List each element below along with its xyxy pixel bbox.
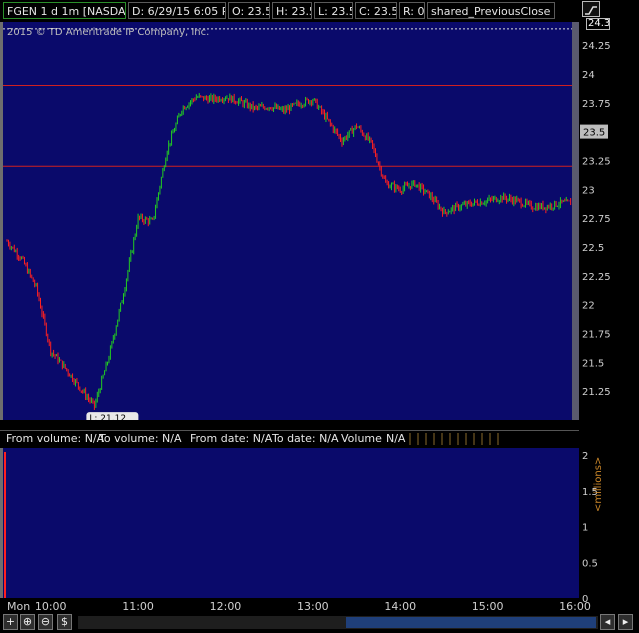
svg-text:L: 21.12: L: 21.12 — [89, 414, 126, 420]
low-bubble: L: 21.12 — [86, 412, 139, 425]
time-tick-label: 12:00 — [210, 600, 242, 613]
volume-value: N/A — [386, 432, 406, 445]
volume-tick-label: 2 — [582, 451, 588, 462]
time-scrollbar[interactable] — [78, 616, 598, 629]
price-tick-label: 24.25 — [582, 41, 611, 52]
zoom-in-button[interactable]: + — [3, 614, 18, 630]
to-volume-label: To volume: N/A — [99, 432, 182, 445]
open-field: O: 23.5 — [228, 2, 270, 19]
price-tick-label: 22.25 — [582, 272, 611, 283]
price-tick-label: 22 — [582, 301, 595, 312]
price-tick-label: 22.75 — [582, 214, 611, 225]
time-tick-label: 16:00 — [559, 600, 591, 613]
arrow-left-icon: ◂ — [604, 615, 611, 628]
price-tick-label: 24 — [582, 70, 595, 81]
volume-header-ticks — [409, 433, 499, 445]
low-field: L: 23.5 — [314, 2, 353, 19]
chart-header: FGEN 1 d 1m [NASDAQ] D: 6/29/15 6:05 PM … — [0, 0, 639, 30]
zoom-out-button[interactable]: ⊖ — [38, 614, 53, 630]
chart-style-button[interactable] — [582, 1, 600, 17]
from-volume-label: From volume: N/A — [6, 432, 105, 445]
candles — [6, 93, 572, 410]
volume-chart — [4, 452, 6, 598]
range-field: R: 0 — [399, 2, 425, 19]
scroll-left-button[interactable]: ◂ — [600, 614, 615, 630]
time-tick-label: 11:00 — [122, 600, 154, 613]
price-tick-label: 21.75 — [582, 329, 611, 340]
from-date-label: From date: N/A — [190, 432, 273, 445]
high-field: H: 23.5 — [272, 2, 312, 19]
study-field[interactable]: shared_PreviousClose ... — [427, 2, 555, 19]
dollar-icon: $ — [61, 615, 68, 628]
price-chart: 2015 © TD Ameritrade IP Company, Inc.L: … — [3, 27, 579, 425]
right-divider — [572, 22, 579, 420]
price-plot-area[interactable]: 2015 © TD Ameritrade IP Company, Inc. L: … — [3, 22, 579, 425]
price-tick-label: 22.5 — [582, 243, 604, 254]
close-field: C: 23.5 — [355, 2, 397, 19]
price-tick-label: 23.75 — [582, 99, 611, 110]
time-tick-label: 13:00 — [297, 600, 329, 613]
price-tick-label: 23.25 — [582, 156, 611, 167]
time-tick-label: 10:00 — [35, 600, 67, 613]
zoom-button[interactable]: ⊕ — [20, 614, 35, 630]
time-tick-label: 14:00 — [384, 600, 416, 613]
time-axis: Mon 10:00 11:00 12:00 13:00 14:00 15:00 16:00 — [7, 600, 591, 613]
left-divider — [0, 22, 3, 420]
price-tick-label: 23 — [582, 185, 595, 196]
magnifier-plus-icon: ⊕ — [22, 615, 33, 628]
magnifier-minus-icon: ⊖ — [40, 615, 51, 628]
volume-tick-label: 1 — [582, 523, 588, 534]
volume-label: Volume — [341, 432, 382, 445]
volume-plot-area[interactable] — [3, 448, 579, 598]
line-style-icon — [585, 6, 597, 15]
price-tick-label: 21.25 — [582, 387, 611, 398]
volume-unit-label: <millions> — [593, 456, 604, 512]
volume-left-divider — [0, 448, 3, 598]
volume-axis: 21.510.50 — [582, 451, 598, 605]
volume-tick-label: 0.5 — [582, 558, 598, 569]
price-axis: 24.25 24 23.75 23.5 23.25 23 22.75 22.5 22.25 22 2… — [580, 41, 611, 398]
price-bubble-button[interactable]: $ — [57, 614, 72, 630]
arrow-right-icon: ▸ — [622, 615, 629, 628]
time-tick-label: Mon — [7, 600, 30, 613]
date-field: D: 6/29/15 6:05 PM — [128, 2, 226, 19]
scrollbar-thumb[interactable] — [346, 617, 596, 628]
scroll-right-button[interactable]: ▸ — [618, 614, 633, 630]
to-date-label: To date: N/A — [272, 432, 339, 445]
price-tick-label: 21.5 — [582, 358, 604, 369]
time-tick-label: 15:00 — [472, 600, 504, 613]
symbol-field[interactable]: FGEN 1 d 1m [NASDAQ] — [3, 2, 126, 19]
last-price-label: 23.5 — [583, 128, 605, 139]
plus-icon: + — [5, 615, 16, 628]
